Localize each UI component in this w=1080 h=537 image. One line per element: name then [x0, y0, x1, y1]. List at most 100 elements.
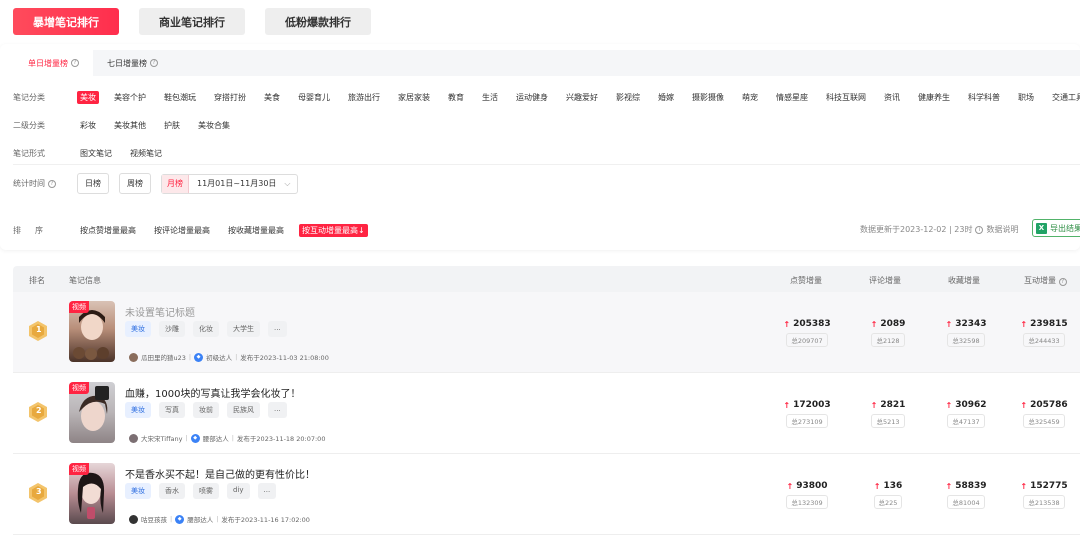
month-button[interactable]: 月榜	[162, 174, 189, 193]
interactions-total: 总244433	[1023, 333, 1065, 347]
tag: 写真	[159, 402, 185, 418]
subtab-weekly[interactable]: 七日增量榜 ?	[93, 50, 172, 76]
header-collects[interactable]: 收藏增量	[948, 275, 980, 286]
video-badge: 视频	[69, 382, 89, 394]
table-row[interactable]: 3 视频 不是香水买不起！是自己做的更有性价比！ 美妆 香水 喷雾 diy ..…	[13, 454, 1080, 535]
category-option[interactable]: 影视综	[613, 91, 643, 104]
sort-option[interactable]: 按互动增量最高↓	[299, 224, 368, 237]
tab-commercial-notes[interactable]: 商业笔记排行	[139, 8, 245, 35]
category-option[interactable]: 科技互联网	[823, 91, 869, 104]
note-cover-image[interactable]: 视频	[69, 382, 115, 443]
category-option[interactable]: 旅游出行	[345, 91, 383, 104]
likes-increase: 93800	[796, 481, 828, 491]
interactions-total: 总213538	[1023, 495, 1065, 509]
arrow-up-icon: ↑	[870, 400, 878, 410]
format-filter-row: 笔记形式 图文笔记 视频笔记	[13, 147, 177, 160]
subcategory-option[interactable]: 美妆其他	[111, 119, 149, 132]
likes-increase: 172003	[793, 400, 831, 410]
format-option[interactable]: 图文笔记	[77, 147, 115, 160]
chevron-down-icon: ⌵	[284, 178, 291, 188]
note-title[interactable]: 血赚，1000块的写真让我学会化妆了！	[125, 385, 300, 400]
note-title[interactable]: 不是香水买不起！是自己做的更有性价比！	[125, 466, 315, 481]
more-tags[interactable]: ...	[268, 402, 287, 418]
day-button[interactable]: 日榜	[77, 173, 109, 194]
category-option[interactable]: 穿搭打扮	[211, 91, 249, 104]
sort-option[interactable]: 按评论增量最高	[151, 224, 213, 237]
tab-surge-notes[interactable]: 暴增笔记排行	[13, 8, 119, 35]
interactions-stat: ↑ 152775 总213538	[1014, 481, 1074, 509]
category-option[interactable]: 资讯	[881, 91, 903, 104]
author-name[interactable]: 瓜田里的猹u23	[141, 352, 186, 362]
subcategory-option[interactable]: 彩妆	[77, 119, 99, 132]
collects-increase: 32343	[955, 319, 987, 329]
category-option[interactable]: 母婴育儿	[295, 91, 333, 104]
category-option[interactable]: 兴趣爱好	[563, 91, 601, 104]
table-row[interactable]: 1 视频 未设置笔记标题 美妆 沙雕 化妆 大学生 ... 瓜田里的猹u23 |…	[13, 292, 1080, 373]
comments-increase: 2821	[880, 400, 906, 410]
category-option[interactable]: 职场	[1015, 91, 1037, 104]
arrow-up-icon: ↑	[945, 481, 953, 491]
format-option[interactable]: 视频笔记	[127, 147, 165, 160]
note-cover-image[interactable]: 视频	[69, 301, 115, 362]
subcategory-option[interactable]: 美妆合集	[195, 119, 233, 132]
category-option[interactable]: 教育	[445, 91, 467, 104]
category-option[interactable]: 科学科普	[965, 91, 1003, 104]
collects-increase: 30962	[955, 400, 987, 410]
week-button[interactable]: 周榜	[119, 173, 151, 194]
category-option[interactable]: 运动健身	[513, 91, 551, 104]
subtab-daily[interactable]: 单日增量榜 ?	[14, 50, 93, 76]
tag: 美妆	[125, 483, 151, 499]
category-option[interactable]: 生活	[479, 91, 501, 104]
help-icon[interactable]: ?	[1058, 278, 1067, 286]
collects-total: 总81004	[947, 495, 985, 509]
arrow-up-icon: ↑	[1020, 400, 1028, 410]
author-avatar[interactable]	[129, 352, 138, 362]
subcategory-option[interactable]: 护肤	[161, 119, 183, 132]
header-comments[interactable]: 评论增量	[869, 275, 901, 286]
data-note-link[interactable]: 数据说明	[986, 224, 1018, 235]
month-date-picker[interactable]: 月榜 11月01日~11月30日 ⌵	[161, 173, 298, 194]
interactions-stat: ↑ 239815 总244433	[1014, 319, 1074, 347]
arrow-up-icon: ↑	[945, 319, 953, 329]
category-option[interactable]: 美食	[261, 91, 283, 104]
author-name[interactable]: 大宋宋Tiffany	[141, 433, 183, 443]
more-tags[interactable]: ...	[257, 483, 277, 499]
more-tags[interactable]: ...	[268, 321, 287, 337]
author-name[interactable]: 咕豆孩孩	[141, 514, 167, 524]
table-row[interactable]: 2 视频 血赚，1000块的写真让我学会化妆了！ 美妆 写真 妆前 民族风 ..…	[13, 373, 1080, 454]
category-option[interactable]: 情感星座	[773, 91, 811, 104]
level-icon: ◆	[194, 352, 204, 362]
level-icon: ◆	[190, 433, 200, 443]
help-icon[interactable]: ?	[71, 59, 79, 67]
category-option[interactable]: 摄影摄像	[689, 91, 727, 104]
rank-number: 3	[36, 487, 42, 496]
category-option[interactable]: 婚嫁	[655, 91, 677, 104]
header-likes[interactable]: 点赞增量	[790, 275, 822, 286]
arrow-up-icon: ↑	[786, 481, 794, 491]
sort-option[interactable]: 按点赞增量最高	[77, 224, 139, 237]
category-option[interactable]: 鞋包潮玩	[161, 91, 199, 104]
header-interactions[interactable]: 互动增量 ?	[1024, 275, 1067, 286]
export-button[interactable]: X 导出结果	[1032, 219, 1080, 237]
category-option[interactable]: 美妆	[77, 91, 99, 104]
sort-options: 按点赞增量最高 按评论增量最高 按收藏增量最高 按互动增量最高↓	[77, 224, 380, 237]
note-cover-image[interactable]: 视频	[69, 463, 115, 524]
arrow-up-icon: ↑	[783, 400, 791, 410]
category-option[interactable]: 家居家装	[395, 91, 433, 104]
category-option[interactable]: 交通工具	[1049, 91, 1080, 104]
header-rank: 排名	[29, 276, 45, 285]
author-avatar[interactable]	[129, 433, 138, 443]
author-avatar[interactable]	[129, 514, 138, 524]
sort-option[interactable]: 按收藏增量最高	[225, 224, 287, 237]
category-option[interactable]: 美容个护	[111, 91, 149, 104]
note-title[interactable]: 未设置笔记标题	[125, 304, 195, 319]
tag: 美妆	[125, 402, 151, 418]
help-icon[interactable]: ?	[48, 179, 56, 188]
category-option[interactable]: 萌宠	[739, 91, 761, 104]
divider	[13, 164, 1080, 165]
tab-low-fan-hits[interactable]: 低粉爆款排行	[265, 8, 371, 35]
help-icon[interactable]: ?	[150, 59, 158, 67]
interactions-increase: 205786	[1030, 400, 1068, 410]
arrow-up-icon: ↑	[1020, 319, 1028, 329]
category-option[interactable]: 健康养生	[915, 91, 953, 104]
